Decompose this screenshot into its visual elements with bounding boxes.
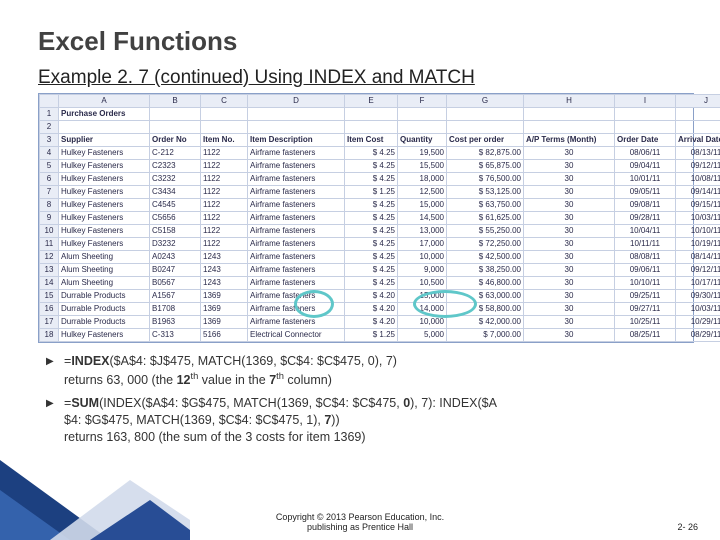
table-row: 14Alum SheetingB05671243Airframe fastene… xyxy=(40,277,720,290)
table-row: 13Alum SheetingB02471243Airframe fastene… xyxy=(40,264,720,277)
example-subtitle: Example 2. 7 (continued) Using INDEX and… xyxy=(38,67,692,89)
bullet-1: ▶ =INDEX($A$4: $J$475, MATCH(1369, $C$4:… xyxy=(46,353,692,389)
table-row: 5Hulkey FastenersC23231122Airframe faste… xyxy=(40,160,720,173)
bullet-marker: ▶ xyxy=(46,395,64,446)
table-row: 17Durrable ProductsB19631369Airframe fas… xyxy=(40,316,720,329)
table-row: 4Hulkey FastenersC-2121122Airframe faste… xyxy=(40,147,720,160)
table-row: 12Alum SheetingA02431243Airframe fastene… xyxy=(40,251,720,264)
bullet-marker: ▶ xyxy=(46,353,64,389)
table-row: 7Hulkey FastenersC34341122Airframe faste… xyxy=(40,186,720,199)
table-row: 8Hulkey FastenersC45451122Airframe faste… xyxy=(40,199,720,212)
copyright-line-2: publishing as Prentice Hall xyxy=(307,522,413,532)
formula-notes: ▶ =INDEX($A$4: $J$475, MATCH(1369, $C$4:… xyxy=(46,353,692,446)
page-title: Excel Functions xyxy=(38,26,692,57)
table-row: 16Durrable ProductsB17081369Airframe fas… xyxy=(40,303,720,316)
table-row: 15Durrable ProductsA15671369Airframe fas… xyxy=(40,290,720,303)
table-row: 6Hulkey FastenersC32321122Airframe faste… xyxy=(40,173,720,186)
table-row: 18Hulkey FastenersC-3135166Electrical Co… xyxy=(40,329,720,342)
spreadsheet: ABCDEFGHIJ1Purchase Orders23SupplierOrde… xyxy=(38,93,694,343)
table-row: 10Hulkey FastenersC51581122Airframe fast… xyxy=(40,225,720,238)
table-row: 9Hulkey FastenersC56561122Airframe faste… xyxy=(40,212,720,225)
footer: Copyright © 2013 Pearson Education, Inc.… xyxy=(0,512,720,532)
copyright-line-1: Copyright © 2013 Pearson Education, Inc. xyxy=(276,512,444,522)
page-number: 2- 26 xyxy=(677,522,698,532)
bullet-2: ▶ =SUM(INDEX($A$4: $G$475, MATCH(1369, $… xyxy=(46,395,692,446)
table-row: 11Hulkey FastenersD32321122Airframe fast… xyxy=(40,238,720,251)
